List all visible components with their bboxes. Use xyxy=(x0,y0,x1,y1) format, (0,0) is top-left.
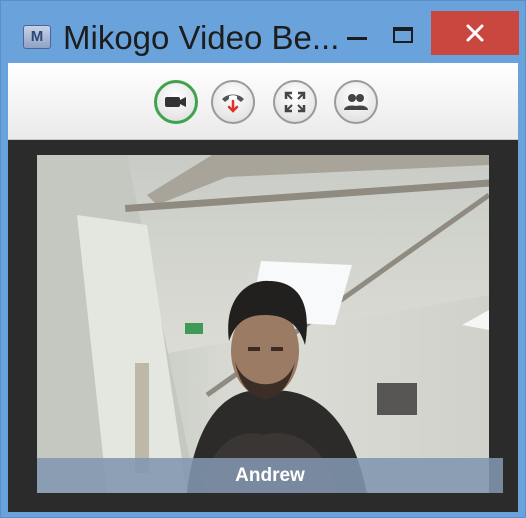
close-icon xyxy=(466,24,484,42)
camera-toggle-button[interactable] xyxy=(154,80,198,124)
window-title: Mikogo Video Be... xyxy=(63,19,340,56)
participants-button[interactable] xyxy=(334,80,378,124)
hang-up-icon xyxy=(222,94,244,113)
webcam-video-image xyxy=(37,155,489,493)
mikogo-app-icon[interactable] xyxy=(23,25,51,49)
participant-name-label: Andrew xyxy=(37,458,503,493)
video-feed[interactable] xyxy=(37,155,489,493)
title-bar[interactable]: Mikogo Video Be... xyxy=(1,1,525,63)
call-toolbar xyxy=(8,63,518,140)
fullscreen-button[interactable] xyxy=(273,80,317,124)
hang-up-button[interactable] xyxy=(211,80,255,124)
close-button[interactable] xyxy=(431,11,519,55)
fullscreen-icon xyxy=(284,91,306,113)
video-camera-icon xyxy=(165,97,186,107)
maximize-button[interactable] xyxy=(383,23,429,53)
mikogo-video-window: Mikogo Video Be... xyxy=(0,0,526,518)
minimize-button[interactable] xyxy=(335,23,383,53)
participants-icon xyxy=(344,94,368,110)
